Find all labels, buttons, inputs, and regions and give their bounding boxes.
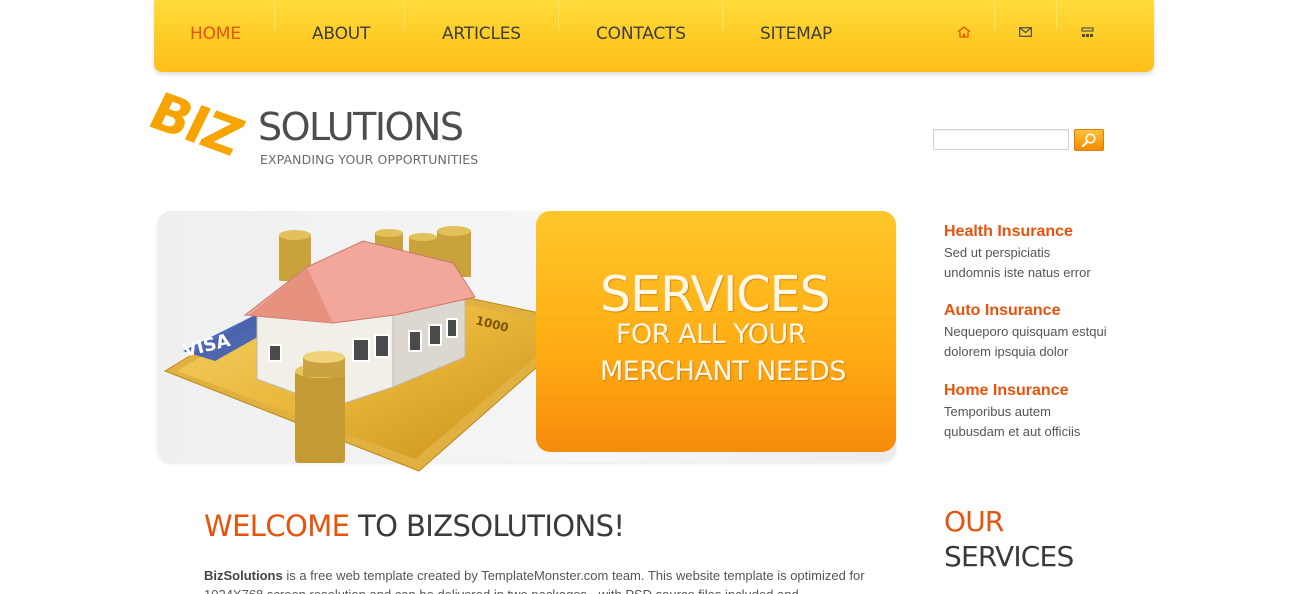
service-description: Temporibus autem qubusdam et aut officiis [944,404,1081,439]
intro-text: is a free web template created by Templa… [204,568,865,594]
sitemap-icon[interactable] [1077,22,1097,42]
top-navigation-bar: HOME ABOUT ARTICLES CONTACTS SITEMAP [154,0,1154,72]
service-title[interactable]: Health Insurance [944,222,1144,242]
logo-mark: BIZ [139,82,251,168]
banner-subline-2: MERCHANT NEEDS [600,356,846,387]
service-title[interactable]: Auto Insurance [944,301,1144,321]
mail-icon[interactable] [1015,22,1035,42]
nav-divider [404,0,405,30]
search-button[interactable] [1074,129,1104,151]
intro-brand: BizSolutions [204,568,283,583]
nav-divider [994,0,995,30]
search-input[interactable] [933,129,1069,150]
banner-illustration: VISA 1000 [163,226,589,472]
service-health-insurance: Health Insurance Sed ut perspiciatis undo… [944,222,1144,283]
banner-subline-1: FOR ALL YOUR [616,319,807,350]
nav-about-link[interactable]: ABOUT [312,0,370,68]
service-description: Sed ut perspiciatis undomnis iste natus e… [944,245,1091,280]
banner-headline: SERVICES [600,266,831,323]
site-logo[interactable]: BIZ SOLUTIONS EXPANDING YOUR OPPORTUNITI… [139,82,482,168]
nav-contacts-link[interactable]: CONTACTS [596,0,686,68]
nav-articles-link[interactable]: ARTICLES [442,0,521,68]
service-auto-insurance: Auto Insurance Nequeporo quisquam estqui… [944,301,1144,362]
our-services-heading: OUR SERVICES [944,505,1074,573]
logo-title: SOLUTIONS [258,105,464,149]
logo-tagline: EXPANDING YOUR OPPORTUNITIES [260,152,479,167]
nav-divider [722,0,723,30]
nav-home-link[interactable]: HOME [190,0,241,68]
nav-divider [1056,0,1057,30]
home-icon[interactable] [954,22,974,42]
service-home-insurance: Home Insurance Temporibus autem qubusdam … [944,381,1144,442]
service-title[interactable]: Home Insurance [944,381,1144,401]
magnifier-icon [1081,133,1096,148]
welcome-heading: WELCOME TO BIZSOLUTIONS! [204,509,625,543]
intro-paragraph: BizSolutions is a free web template crea… [204,566,868,594]
nav-divider [558,0,559,30]
nav-sitemap-link[interactable]: SITEMAP [760,0,832,68]
service-description: Nequeporo quisquam estqui dolorem ipsquia… [944,324,1107,359]
nav-divider [274,0,275,30]
foreground-coin-stack-image [295,351,345,463]
